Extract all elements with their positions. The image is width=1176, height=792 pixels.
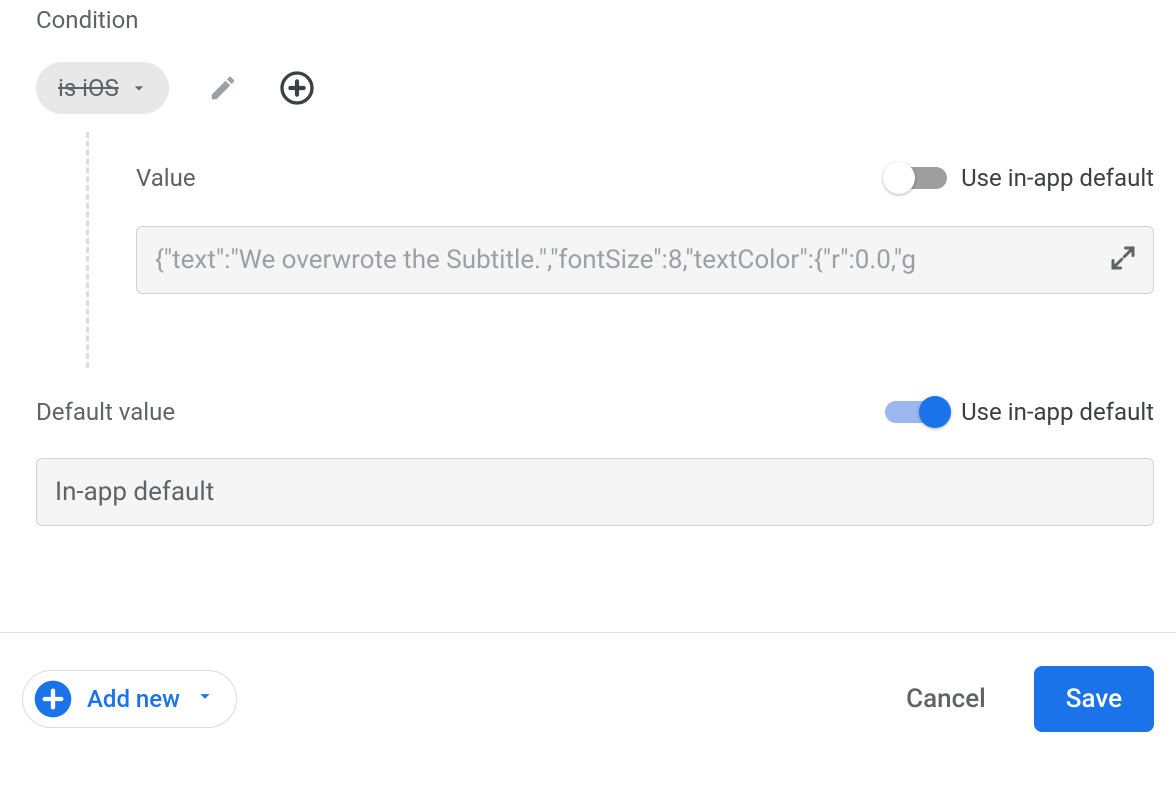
default-use-default-toggle[interactable] bbox=[885, 401, 947, 423]
value-input[interactable] bbox=[136, 226, 1154, 294]
add-new-label: Add new bbox=[87, 685, 180, 713]
value-use-default-toggle[interactable] bbox=[885, 167, 947, 189]
default-value-input[interactable] bbox=[36, 458, 1154, 526]
value-use-default-label: Use in-app default bbox=[961, 164, 1154, 192]
default-value-section-label: Default value bbox=[36, 398, 175, 426]
cancel-button[interactable]: Cancel bbox=[898, 674, 994, 724]
caret-down-icon bbox=[129, 78, 149, 98]
plus-circle-icon bbox=[33, 679, 73, 719]
default-use-default-label: Use in-app default bbox=[961, 398, 1154, 426]
save-button[interactable]: Save bbox=[1034, 666, 1154, 732]
add-new-button[interactable]: Add new bbox=[22, 670, 237, 728]
condition-chip[interactable]: is iOS bbox=[36, 62, 169, 114]
footer-divider bbox=[0, 632, 1176, 633]
pencil-icon[interactable] bbox=[203, 68, 243, 108]
caret-down-icon bbox=[194, 685, 216, 713]
value-section-label: Value bbox=[136, 164, 196, 192]
condition-chip-text: is iOS bbox=[58, 74, 119, 102]
condition-connector-line bbox=[86, 132, 89, 368]
add-circle-icon[interactable] bbox=[277, 68, 317, 108]
condition-section-label: Condition bbox=[36, 6, 139, 34]
expand-icon[interactable] bbox=[1108, 243, 1138, 277]
